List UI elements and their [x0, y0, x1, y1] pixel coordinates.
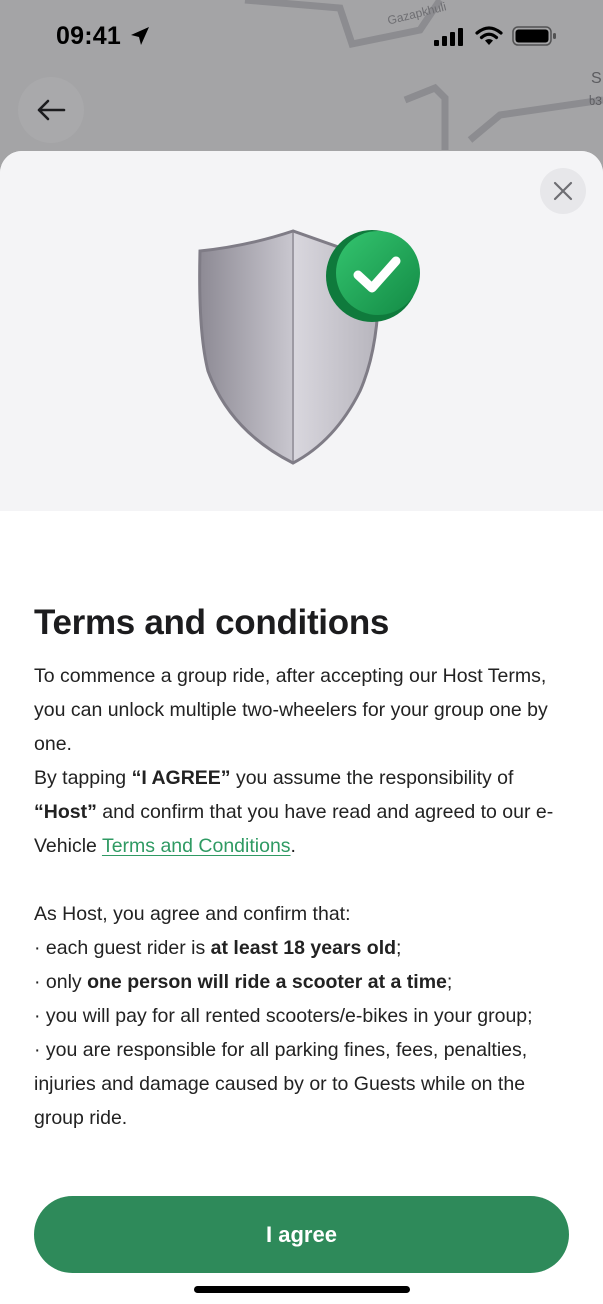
back-button[interactable]	[18, 77, 84, 143]
intro-text-3: you assume the responsibility of	[230, 767, 514, 789]
shield-check-icon	[198, 229, 420, 465]
map-edge-label-secondary: ხ3	[589, 94, 602, 108]
status-time: 09:41	[56, 22, 121, 50]
host-conditions: As Host, you agree and confirm that: · e…	[34, 897, 574, 1135]
location-arrow-icon	[131, 27, 149, 45]
intro-text-2: By tapping	[34, 767, 132, 789]
terms-link[interactable]: Terms and Conditions	[102, 835, 291, 857]
scroll-fade	[0, 1161, 603, 1171]
arrow-left-icon	[37, 99, 66, 121]
bullet-payment: · you will pay for all rented scooters/e…	[34, 1005, 533, 1027]
home-indicator	[194, 1286, 410, 1293]
host-keyword: “Host”	[34, 801, 97, 823]
agree-button[interactable]: I agree	[34, 1196, 569, 1273]
bullet-age-bold: at least 18 years old	[210, 937, 397, 959]
agree-keyword: “I AGREE”	[131, 767, 231, 789]
wifi-icon	[475, 26, 503, 45]
map-edge-label: S	[591, 70, 602, 87]
cellular-signal-icon	[434, 28, 463, 46]
terms-content: Terms and conditions To commence a group…	[34, 603, 574, 1135]
bullet-one-rider-end: ;	[446, 971, 453, 993]
bullet-one-rider-pre: · only	[34, 971, 88, 993]
bullet-age-pre: · each guest rider is	[34, 937, 211, 959]
status-bar: 09:41	[0, 0, 603, 72]
close-button[interactable]	[540, 168, 586, 214]
intro-text: To commence a group ride, after acceptin…	[34, 665, 548, 755]
intro-paragraph: To commence a group ride, after acceptin…	[34, 659, 574, 863]
terms-sheet: Terms and conditions To commence a group…	[0, 151, 603, 1304]
close-icon	[553, 181, 573, 201]
bullet-one-rider-bold: one person will ride a scooter at a time	[87, 971, 447, 993]
intro-text-end: .	[290, 835, 296, 857]
bullet-responsibility: · you are responsible for all parking fi…	[34, 1039, 528, 1129]
battery-icon	[512, 26, 556, 46]
page-title: Terms and conditions	[34, 603, 390, 642]
bullet-age-end: ;	[396, 937, 402, 959]
host-heading: As Host, you agree and confirm that:	[34, 903, 351, 925]
